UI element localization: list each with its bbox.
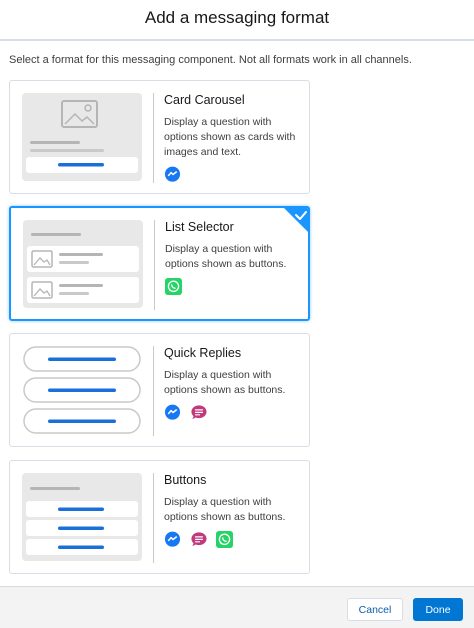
done-button[interactable]: Done: [413, 598, 463, 621]
sms-icon: [191, 405, 207, 420]
card-body: Card Carousel Display a question with op…: [164, 93, 306, 183]
description-line: Display a question with: [164, 116, 272, 128]
format-card-list-selector[interactable]: List Selector Display a question with op…: [9, 206, 310, 321]
buttons-illustration: [22, 473, 142, 561]
description-line: options shown as buttons.: [164, 511, 286, 523]
card-divider: [153, 346, 154, 436]
list-selector-illustration: [23, 220, 143, 308]
description-line: Display a question with: [164, 369, 272, 381]
channel-icons: [164, 531, 306, 548]
description-line: options shown as buttons.: [164, 384, 286, 396]
channel-icons: [164, 404, 306, 421]
quick-replies-illustration: [23, 346, 141, 434]
format-title: Quick Replies: [164, 346, 242, 360]
description-line: options shown as cards with: [164, 131, 296, 143]
format-description: Display a question with options shown as…: [165, 242, 307, 272]
card-body: Quick Replies Display a question with op…: [164, 346, 306, 421]
description-line: images and text.: [164, 146, 242, 158]
cancel-button[interactable]: Cancel: [347, 598, 403, 621]
messenger-icon: [164, 166, 181, 182]
format-description: Display a question with options shown as…: [164, 115, 306, 160]
messenger-icon: [164, 404, 181, 420]
description-line: Display a question with: [165, 243, 273, 255]
modal-header: Add a messaging format: [0, 0, 474, 41]
messenger-icon: [164, 531, 181, 547]
modal-footer: Cancel Done: [0, 586, 474, 628]
sms-icon: [191, 532, 207, 547]
format-description: Display a question with options shown as…: [164, 368, 306, 398]
description-line: Display a question with: [164, 496, 272, 508]
card-body: Buttons Display a question with options …: [164, 473, 306, 548]
whatsapp-icon: [165, 278, 182, 295]
format-description: Display a question with options shown as…: [164, 495, 306, 525]
format-card-card-carousel[interactable]: Card Carousel Display a question with op…: [9, 80, 310, 194]
modal-title: Add a messaging format: [144, 7, 330, 27]
card-divider: [153, 473, 154, 563]
whatsapp-icon: [216, 531, 233, 548]
intro-text: Select a format for this messaging compo…: [9, 54, 412, 66]
card-carousel-illustration: [22, 93, 142, 181]
selected-check-icon: [284, 208, 308, 232]
card-divider: [154, 220, 155, 310]
channel-icons: [164, 166, 306, 183]
format-card-buttons[interactable]: Buttons Display a question with options …: [9, 460, 310, 574]
format-card-quick-replies[interactable]: Quick Replies Display a question with op…: [9, 333, 310, 447]
format-title: Buttons: [164, 473, 207, 487]
description-line: options shown as buttons.: [165, 258, 287, 270]
channel-icons: [165, 278, 307, 295]
format-title: Card Carousel: [164, 93, 245, 107]
card-divider: [153, 93, 154, 183]
